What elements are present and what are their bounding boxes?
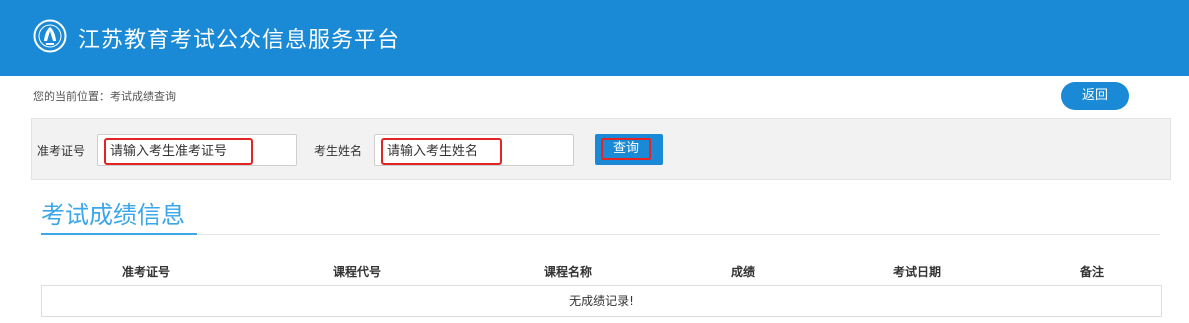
query-button[interactable]: 查询 bbox=[595, 134, 663, 165]
column-header-score: 成绩 bbox=[730, 265, 756, 279]
ticket-number-input[interactable] bbox=[104, 138, 253, 165]
column-header-course-code: 课程代号 bbox=[332, 265, 382, 279]
query-button-label: 查询 bbox=[601, 138, 651, 160]
column-header-ticket-number: 准考证号 bbox=[121, 265, 171, 279]
section-title-underline bbox=[41, 233, 197, 235]
column-header-exam-date: 考试日期 bbox=[892, 265, 942, 279]
candidate-name-input[interactable] bbox=[381, 138, 502, 165]
site-header: 江苏教育考试公众信息服务平台 bbox=[0, 0, 1189, 76]
candidate-name-field bbox=[374, 134, 574, 166]
ticket-number-label: 准考证号 bbox=[37, 144, 86, 158]
section-divider bbox=[197, 234, 1160, 235]
column-header-remarks: 备注 bbox=[1079, 265, 1105, 279]
ticket-number-field bbox=[97, 134, 297, 166]
back-button[interactable]: 返回 bbox=[1061, 82, 1129, 110]
section-title: 考试成绩信息 bbox=[41, 201, 185, 229]
candidate-name-label: 考生姓名 bbox=[314, 144, 363, 158]
column-header-course-name: 课程名称 bbox=[543, 265, 593, 279]
exam-authority-emblem-icon bbox=[33, 19, 67, 53]
empty-results-row: 无成绩记录! bbox=[41, 285, 1162, 317]
breadcrumb: 您的当前位置：考试成绩查询 bbox=[33, 90, 176, 103]
site-title: 江苏教育考试公众信息服务平台 bbox=[78, 28, 401, 53]
